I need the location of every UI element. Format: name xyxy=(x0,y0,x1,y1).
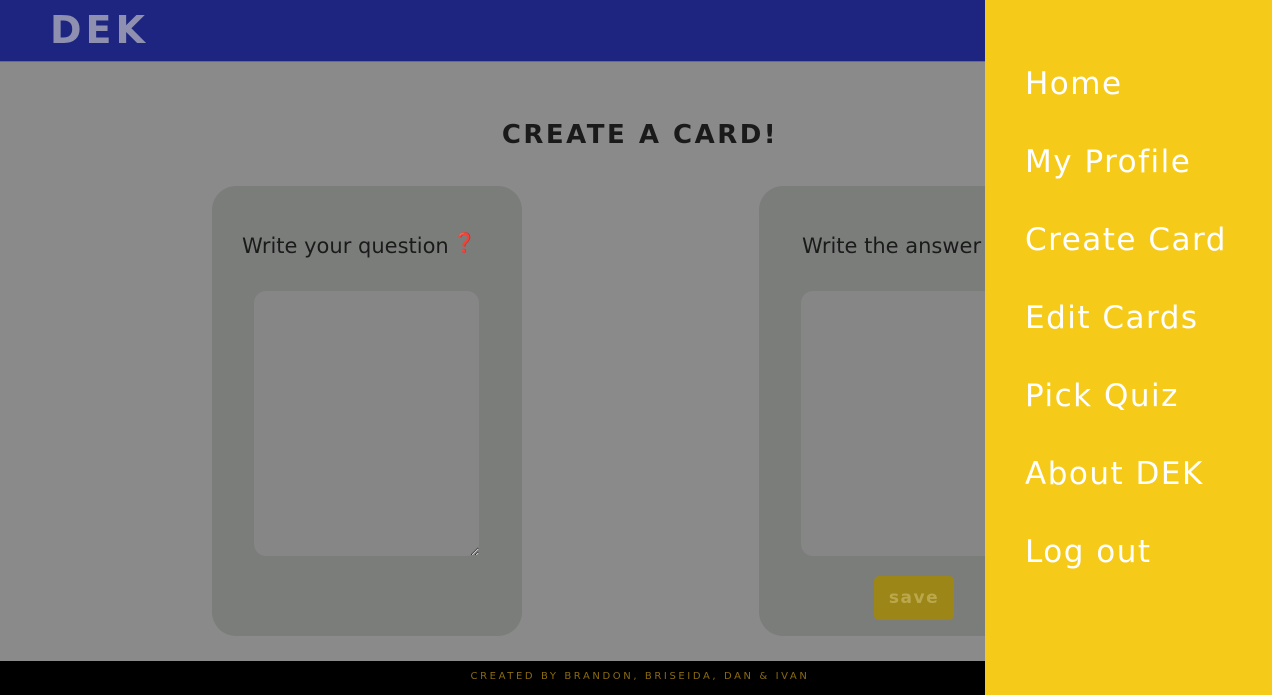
menu-item-about-dek[interactable]: About DEK xyxy=(1025,456,1204,492)
menu-item-edit-cards[interactable]: Edit Cards xyxy=(1025,300,1199,336)
question-panel: Write your question ❓ xyxy=(212,186,522,636)
question-mark-icon: ❓ xyxy=(452,232,477,254)
menu-item-log-out[interactable]: Log out xyxy=(1025,534,1152,570)
brand-logo[interactable]: DEK xyxy=(50,8,149,52)
question-input[interactable] xyxy=(254,291,479,556)
menu-item-home[interactable]: Home xyxy=(1025,66,1123,102)
answer-label: Write the answer xyxy=(802,234,982,258)
question-label: Write your question ❓ xyxy=(242,232,477,258)
side-menu: Home My Profile Create Card Edit Cards P… xyxy=(985,0,1272,695)
menu-item-create-card[interactable]: Create Card xyxy=(1025,222,1227,258)
menu-item-my-profile[interactable]: My Profile xyxy=(1025,144,1191,180)
menu-item-pick-quiz[interactable]: Pick Quiz xyxy=(1025,378,1179,414)
save-button[interactable]: save xyxy=(874,576,954,620)
question-label-text: Write your question xyxy=(242,234,449,258)
